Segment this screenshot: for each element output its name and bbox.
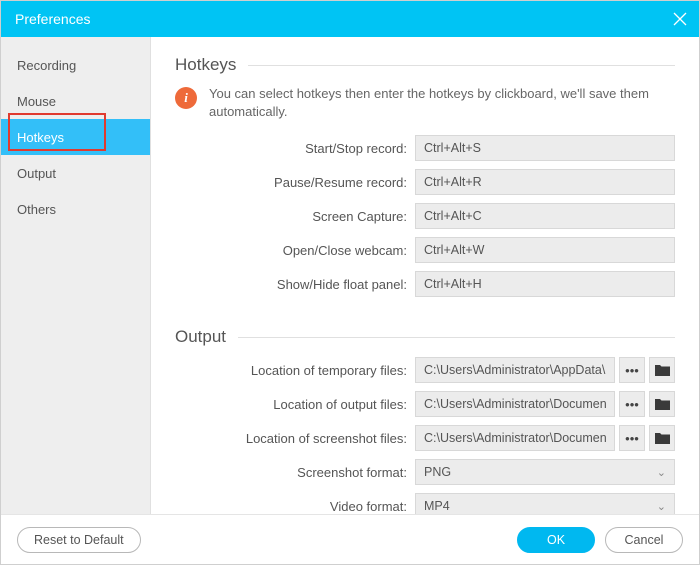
hotkey-label: Screen Capture:: [175, 209, 415, 224]
hotkey-row: Start/Stop record:: [175, 135, 675, 161]
sidebar-item-label: Output: [17, 166, 56, 181]
button-label: Reset to Default: [34, 533, 124, 547]
output-path-row: Location of screenshot files: •••: [175, 425, 675, 451]
hotkey-input-float-panel[interactable]: [415, 271, 675, 297]
preferences-window: Preferences Recording Mouse Hotkeys Outp…: [0, 0, 700, 565]
select-value: PNG: [424, 465, 451, 479]
info-row: i You can select hotkeys then enter the …: [175, 85, 675, 121]
footer: Reset to Default OK Cancel: [1, 514, 699, 564]
hotkey-row: Screen Capture:: [175, 203, 675, 229]
hotkey-input-pause-resume[interactable]: [415, 169, 675, 195]
hotkey-label: Pause/Resume record:: [175, 175, 415, 190]
info-text: You can select hotkeys then enter the ho…: [209, 85, 675, 121]
hotkey-row: Open/Close webcam:: [175, 237, 675, 263]
content-scroll[interactable]: Hotkeys i You can select hotkeys then en…: [151, 37, 699, 514]
hotkey-label: Open/Close webcam:: [175, 243, 415, 258]
hotkey-input-webcam[interactable]: [415, 237, 675, 263]
output-select-row: Video format: MP4 ⌄: [175, 493, 675, 514]
cancel-button[interactable]: Cancel: [605, 527, 683, 553]
chevron-down-icon: ⌄: [657, 500, 666, 513]
select-value: MP4: [424, 499, 450, 513]
hotkey-row: Show/Hide float panel:: [175, 271, 675, 297]
browse-button[interactable]: •••: [619, 391, 645, 417]
window-title: Preferences: [15, 11, 90, 27]
hotkey-input-start-stop[interactable]: [415, 135, 675, 161]
divider: [248, 65, 675, 66]
screenshot-format-select[interactable]: PNG ⌄: [415, 459, 675, 485]
sidebar-item-label: Mouse: [17, 94, 56, 109]
sidebar-item-label: Others: [17, 202, 56, 217]
browse-button[interactable]: •••: [619, 425, 645, 451]
hotkey-label: Start/Stop record:: [175, 141, 415, 156]
sidebar-item-label: Hotkeys: [17, 130, 64, 145]
info-icon: i: [175, 87, 197, 109]
output-path-row: Location of temporary files: •••: [175, 357, 675, 383]
dialog-body: Recording Mouse Hotkeys Output Others Ho…: [1, 37, 699, 514]
output-label: Location of temporary files:: [175, 363, 415, 378]
more-icon: •••: [625, 431, 639, 446]
output-label: Screenshot format:: [175, 465, 415, 480]
open-folder-button[interactable]: [649, 425, 675, 451]
sidebar-item-output[interactable]: Output: [1, 155, 150, 191]
sidebar-item-hotkeys[interactable]: Hotkeys: [1, 119, 150, 155]
sidebar: Recording Mouse Hotkeys Output Others: [1, 37, 151, 514]
close-icon[interactable]: [671, 10, 689, 28]
sidebar-item-mouse[interactable]: Mouse: [1, 83, 150, 119]
more-icon: •••: [625, 363, 639, 378]
reset-to-default-button[interactable]: Reset to Default: [17, 527, 141, 553]
content-wrap: Hotkeys i You can select hotkeys then en…: [151, 37, 699, 514]
hotkey-input-screen-capture[interactable]: [415, 203, 675, 229]
sidebar-item-recording[interactable]: Recording: [1, 47, 150, 83]
chevron-down-icon: ⌄: [657, 466, 666, 479]
open-folder-button[interactable]: [649, 357, 675, 383]
ok-button[interactable]: OK: [517, 527, 595, 553]
output-label: Location of screenshot files:: [175, 431, 415, 446]
sidebar-item-label: Recording: [17, 58, 76, 73]
section-title-output: Output: [175, 327, 675, 347]
titlebar: Preferences: [1, 1, 699, 37]
browse-button[interactable]: •••: [619, 357, 645, 383]
open-folder-button[interactable]: [649, 391, 675, 417]
more-icon: •••: [625, 397, 639, 412]
button-label: OK: [547, 533, 565, 547]
divider: [238, 337, 675, 338]
sidebar-item-others[interactable]: Others: [1, 191, 150, 227]
section-title-hotkeys: Hotkeys: [175, 55, 675, 75]
section-title-text: Output: [175, 327, 226, 347]
output-select-row: Screenshot format: PNG ⌄: [175, 459, 675, 485]
video-format-select[interactable]: MP4 ⌄: [415, 493, 675, 514]
section-title-text: Hotkeys: [175, 55, 236, 75]
output-path-row: Location of output files: •••: [175, 391, 675, 417]
button-label: Cancel: [625, 533, 664, 547]
screenshot-path-input[interactable]: [415, 425, 615, 451]
hotkey-label: Show/Hide float panel:: [175, 277, 415, 292]
hotkey-row: Pause/Resume record:: [175, 169, 675, 195]
temp-path-input[interactable]: [415, 357, 615, 383]
output-label: Location of output files:: [175, 397, 415, 412]
output-label: Video format:: [175, 499, 415, 514]
output-path-input[interactable]: [415, 391, 615, 417]
